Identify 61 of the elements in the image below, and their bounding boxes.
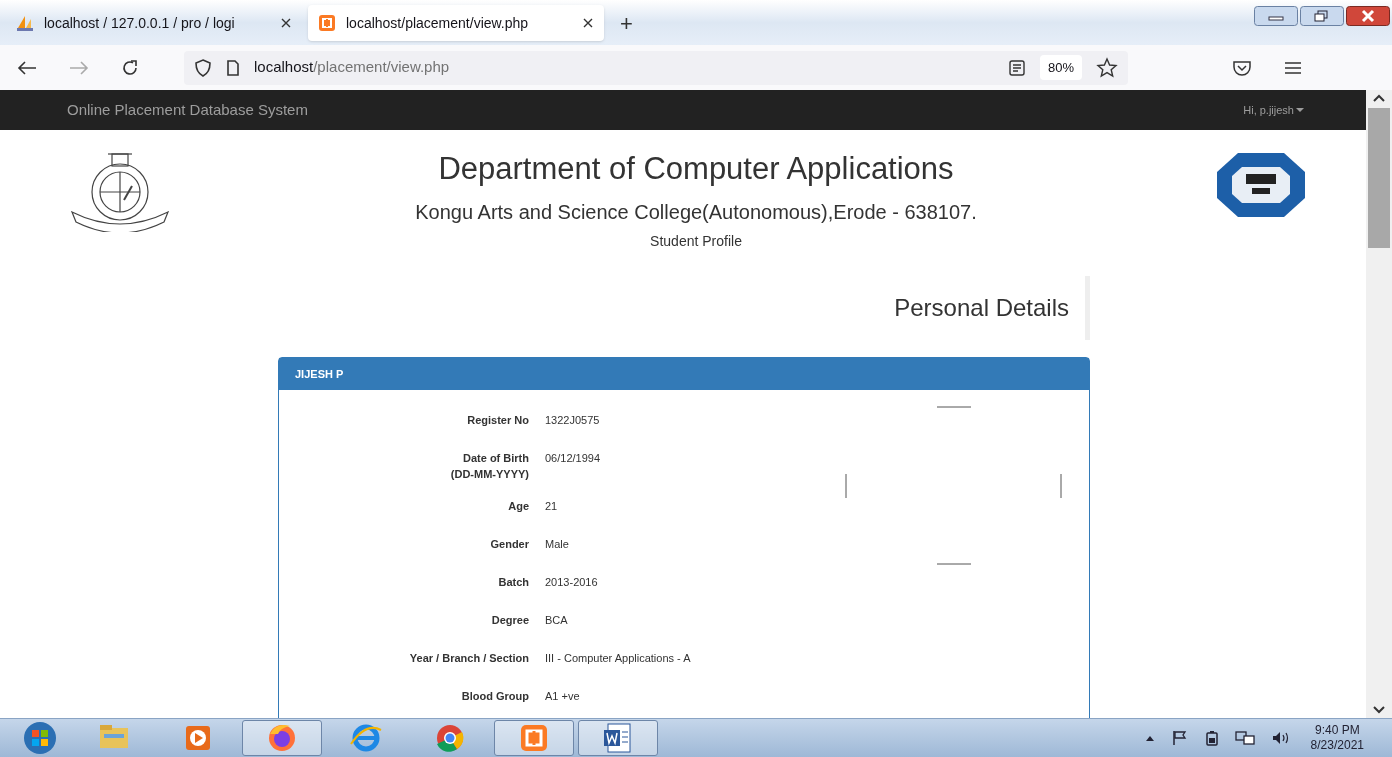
taskbar-button[interactable] (242, 720, 322, 756)
close-icon[interactable] (582, 17, 594, 29)
site-brand[interactable]: Online Placement Database System (67, 98, 308, 122)
field-value: 1322J0575 (545, 412, 600, 428)
new-tab-button[interactable]: + (620, 13, 633, 35)
scroll-down-icon[interactable] (1373, 706, 1385, 714)
xampp-logo-icon (318, 14, 336, 32)
sailboat-icon (16, 14, 34, 32)
field-label: Date of Birth (DD-MM-YYYY) (449, 450, 529, 482)
field-value: III - Computer Applications - A (545, 650, 691, 666)
minimize-icon[interactable] (1254, 6, 1298, 26)
network-icon[interactable] (1234, 730, 1255, 746)
show-hidden-icon[interactable] (1144, 734, 1155, 742)
clock-date[interactable]: 8/23/2021 (1310, 738, 1364, 753)
shield-icon (194, 57, 212, 78)
page-icon (226, 58, 240, 77)
close-icon[interactable] (280, 17, 292, 29)
field-label: Batch (497, 574, 529, 590)
field-label: Gender (489, 536, 529, 552)
field-value: 21 (545, 498, 558, 514)
tab-title: localhost / 127.0.0.1 / pro / logi (44, 13, 236, 33)
field-value: A1 +ve (545, 688, 580, 704)
reader-view-icon[interactable] (1007, 58, 1026, 77)
field-label: Register No (466, 412, 529, 428)
field-label: Age (507, 498, 529, 514)
field-value: 06/12/1994 (545, 450, 601, 466)
close-icon[interactable] (1346, 6, 1390, 26)
page-title: Department of Computer Applications (438, 150, 954, 188)
field-label: Degree (490, 612, 529, 628)
taskbar-button[interactable] (578, 720, 658, 756)
field-label: Blood Group (460, 688, 529, 704)
scrollbar-thumb[interactable] (1368, 108, 1390, 248)
field-value: 2013-2016 (545, 574, 598, 590)
menu-icon[interactable] (1284, 60, 1302, 75)
tab-title: localhost/placement/view.php (346, 13, 530, 33)
address-bar[interactable]: localhost/placement/view.php 80% (184, 50, 1128, 85)
user-menu[interactable]: Hi, p.jijesh (1243, 101, 1304, 119)
back-icon[interactable] (16, 58, 38, 77)
taskbar-button[interactable] (494, 720, 574, 756)
section-heading: Personal Details (894, 295, 1069, 320)
browser-tab[interactable]: localhost / 127.0.0.1 / pro / logi (6, 5, 302, 41)
field-label: Year / Branch / Section (408, 650, 529, 666)
flag-icon[interactable] (1170, 730, 1189, 746)
zoom-level-button[interactable]: 80% (1039, 54, 1082, 81)
panel-heading: JIJESH P (279, 357, 1089, 390)
field-value: BCA (545, 612, 568, 628)
browser-tab[interactable]: localhost/placement/view.php (308, 5, 604, 41)
pocket-icon[interactable] (1232, 58, 1252, 77)
star-icon[interactable] (1096, 56, 1118, 79)
scroll-up-icon[interactable] (1373, 94, 1385, 102)
battery-icon[interactable] (1204, 730, 1219, 746)
reload-icon[interactable] (120, 57, 140, 78)
page-subtitle: Student Profile (650, 231, 742, 251)
url-text: localhost/placement/view.php (254, 57, 451, 78)
field-value: Male (545, 536, 569, 552)
restore-icon[interactable] (1300, 6, 1344, 26)
caret-icon (1296, 107, 1304, 113)
college-name: Kongu Arts and Science College(Autonomous),Erode - 638107. (415, 199, 977, 225)
certification-logo-icon (1216, 152, 1306, 218)
clock-time[interactable]: 9:40 PM (1314, 723, 1360, 738)
volume-icon[interactable] (1270, 730, 1291, 746)
